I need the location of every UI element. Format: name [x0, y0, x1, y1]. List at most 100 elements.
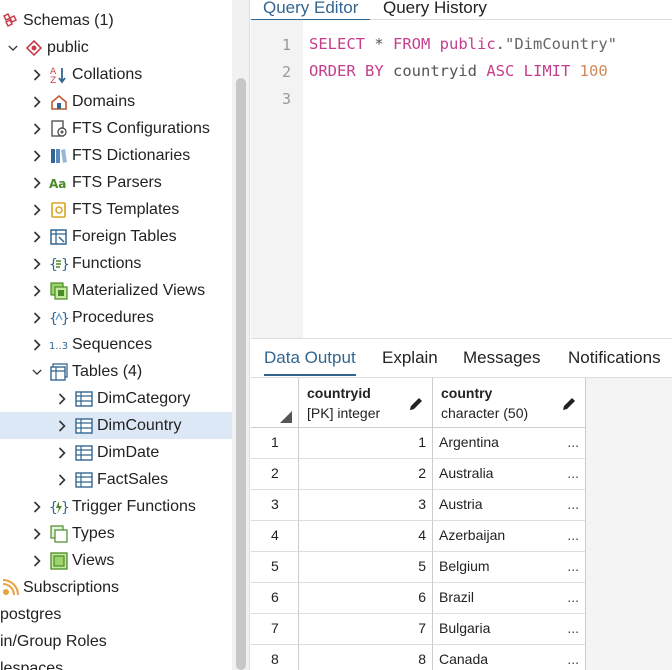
country-cell[interactable]: Austria...: [433, 490, 586, 521]
tree-item-fts-templates[interactable]: FTS Templates: [0, 196, 232, 223]
tree-item-trigger-functions[interactable]: {}Trigger Functions: [0, 493, 232, 520]
tree-item-fts-configurations[interactable]: FTS Configurations: [0, 115, 232, 142]
countryid-cell[interactable]: 1: [299, 428, 433, 459]
row-number-cell[interactable]: 4: [251, 521, 299, 552]
cell-expand-ellipsis[interactable]: ...: [567, 645, 579, 670]
tab-explain[interactable]: Explain: [382, 348, 438, 374]
tree-item-dimcategory[interactable]: DimCategory: [0, 385, 232, 412]
country-cell[interactable]: Argentina...: [433, 428, 586, 459]
chevron-right-icon[interactable]: [32, 176, 42, 190]
tree-item-dimdate[interactable]: DimDate: [0, 439, 232, 466]
tree-item-tables-4[interactable]: Tables (4): [0, 358, 232, 385]
chevron-right-icon[interactable]: [57, 392, 67, 406]
chevron-right-icon[interactable]: [57, 419, 67, 433]
country-cell[interactable]: Bulgaria...: [433, 614, 586, 645]
tree-item-public[interactable]: public: [0, 34, 232, 61]
chevron-right-icon[interactable]: [32, 68, 42, 82]
table-row[interactable]: 8 8 Canada...: [251, 645, 586, 670]
tree-item-subscriptions[interactable]: Subscriptions: [0, 574, 232, 601]
grid-corner[interactable]: [251, 378, 299, 428]
countryid-cell[interactable]: 4: [299, 521, 433, 552]
row-number-cell[interactable]: 3: [251, 490, 299, 521]
row-number-cell[interactable]: 6: [251, 583, 299, 614]
chevron-right-icon[interactable]: [32, 95, 42, 109]
cell-expand-ellipsis[interactable]: ...: [567, 428, 579, 457]
table-row[interactable]: 7 7 Bulgaria...: [251, 614, 586, 645]
countryid-cell[interactable]: 2: [299, 459, 433, 490]
countryid-cell[interactable]: 7: [299, 614, 433, 645]
tree-item-types[interactable]: Types: [0, 520, 232, 547]
chevron-right-icon[interactable]: [32, 284, 42, 298]
chevron-right-icon[interactable]: [32, 554, 42, 568]
table-row[interactable]: 1 1 Argentina...: [251, 428, 586, 459]
tree-item-materialized-views[interactable]: Materialized Views: [0, 277, 232, 304]
column-header-country[interactable]: country character (50): [433, 378, 586, 428]
chevron-right-icon[interactable]: [32, 122, 42, 136]
chevron-down-icon[interactable]: [8, 41, 18, 55]
country-cell[interactable]: Brazil...: [433, 583, 586, 614]
tab-query-editor[interactable]: Query Editor: [251, 0, 371, 21]
tree-item-fts-parsers[interactable]: Aa FTS Parsers: [0, 169, 232, 196]
countryid-cell[interactable]: 6: [299, 583, 433, 614]
cell-expand-ellipsis[interactable]: ...: [567, 521, 579, 550]
tree-item-label: Views: [72, 551, 115, 569]
tab-data-output[interactable]: Data Output: [264, 348, 356, 376]
countryid-cell[interactable]: 8: [299, 645, 433, 670]
chevron-right-icon[interactable]: [32, 257, 42, 271]
tab-messages[interactable]: Messages: [463, 348, 540, 374]
countryid-cell[interactable]: 3: [299, 490, 433, 521]
table-row[interactable]: 5 5 Belgium...: [251, 552, 586, 583]
sql-editor[interactable]: 1 2 3 SELECT * FROM public."DimCountry" …: [251, 20, 672, 338]
chevron-right-icon[interactable]: [32, 527, 42, 541]
table-row[interactable]: 4 4 Azerbaijan...: [251, 521, 586, 552]
tree-item-domains[interactable]: Domains: [0, 88, 232, 115]
tree-item-lespaces[interactable]: lespaces: [0, 655, 232, 670]
tab-query-history[interactable]: Query History: [371, 0, 499, 19]
row-number-cell[interactable]: 1: [251, 428, 299, 459]
edit-pencil-icon[interactable]: [561, 396, 577, 412]
tree-item-in-group-roles[interactable]: in/Group Roles: [0, 628, 232, 655]
tree-item-functions[interactable]: {}Functions: [0, 250, 232, 277]
tree-item-fts-dictionaries[interactable]: FTS Dictionaries: [0, 142, 232, 169]
chevron-right-icon[interactable]: [32, 230, 42, 244]
tree-item-postgres[interactable]: postgres: [0, 601, 232, 628]
tree-item-foreign-tables[interactable]: Foreign Tables: [0, 223, 232, 250]
chevron-right-icon[interactable]: [32, 203, 42, 217]
country-cell[interactable]: Belgium...: [433, 552, 586, 583]
tree-scrollbar-thumb[interactable]: [236, 78, 246, 670]
chevron-right-icon[interactable]: [57, 446, 67, 460]
tree-item-collations[interactable]: A Z Collations: [0, 61, 232, 88]
row-number-cell[interactable]: 2: [251, 459, 299, 490]
table-row[interactable]: 2 2 Australia...: [251, 459, 586, 490]
chevron-right-icon[interactable]: [32, 500, 42, 514]
cell-expand-ellipsis[interactable]: ...: [567, 552, 579, 581]
table-row[interactable]: 6 6 Brazil...: [251, 583, 586, 614]
edit-pencil-icon[interactable]: [408, 396, 424, 412]
cell-expand-ellipsis[interactable]: ...: [567, 614, 579, 643]
column-header-countryid[interactable]: countryid [PK] integer: [299, 378, 433, 428]
cell-expand-ellipsis[interactable]: ...: [567, 459, 579, 488]
tree-item-views[interactable]: Views: [0, 547, 232, 574]
tree-item-procedures[interactable]: {}Procedures: [0, 304, 232, 331]
sql-keyword: ASC: [486, 62, 515, 80]
row-number-cell[interactable]: 5: [251, 552, 299, 583]
chevron-down-icon[interactable]: [32, 365, 42, 379]
row-number-cell[interactable]: 8: [251, 645, 299, 670]
chevron-right-icon[interactable]: [57, 473, 67, 487]
country-cell[interactable]: Australia...: [433, 459, 586, 490]
country-cell[interactable]: Canada...: [433, 645, 586, 670]
tree-item-factsales[interactable]: FactSales: [0, 466, 232, 493]
countryid-cell[interactable]: 5: [299, 552, 433, 583]
table-row[interactable]: 3 3 Austria...: [251, 490, 586, 521]
tree-item-sequences[interactable]: 1..3 Sequences: [0, 331, 232, 358]
row-number-cell[interactable]: 7: [251, 614, 299, 645]
tree-item-dimcountry[interactable]: DimCountry: [0, 412, 232, 439]
chevron-right-icon[interactable]: [32, 311, 42, 325]
tree-item-schemas-1[interactable]: Schemas (1): [0, 7, 232, 34]
cell-expand-ellipsis[interactable]: ...: [567, 490, 579, 519]
cell-expand-ellipsis[interactable]: ...: [567, 583, 579, 612]
country-cell[interactable]: Azerbaijan...: [433, 521, 586, 552]
chevron-right-icon[interactable]: [32, 149, 42, 163]
chevron-right-icon[interactable]: [32, 338, 42, 352]
tab-notifications[interactable]: Notifications: [568, 348, 661, 374]
